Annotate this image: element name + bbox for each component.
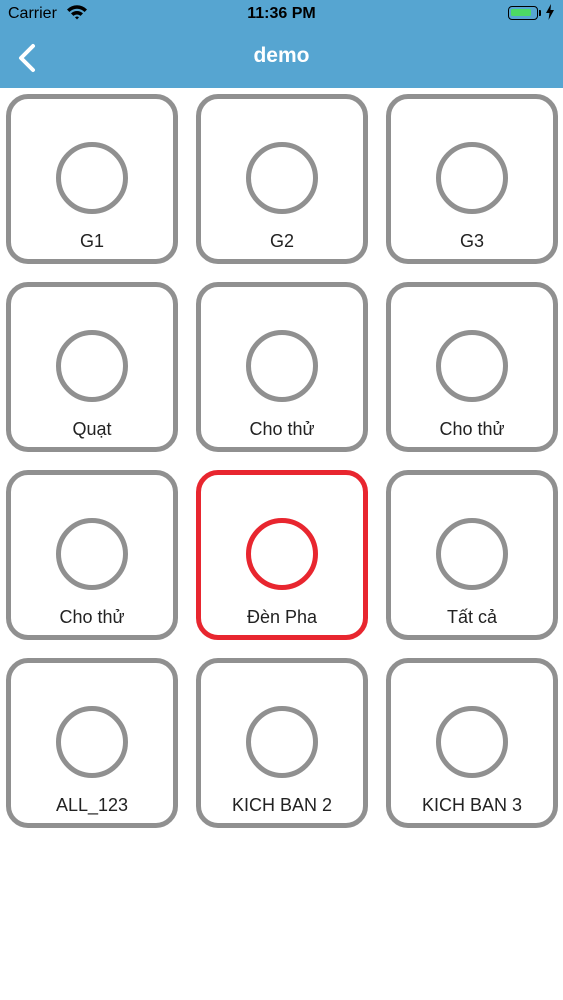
circle-icon <box>56 518 128 590</box>
charging-bolt-icon <box>545 4 555 25</box>
circle-icon <box>246 706 318 778</box>
circle-icon <box>56 706 128 778</box>
device-tile[interactable]: KICH BAN 3 <box>386 658 558 828</box>
device-tile[interactable]: Tất cả <box>386 470 558 640</box>
circle-icon <box>56 142 128 214</box>
device-tile[interactable]: Cho thử <box>386 282 558 452</box>
device-grid: G1 G2 G3 Quạt Cho thử Cho thử Cho thử Đèn Pha Tấ… <box>6 94 558 828</box>
tile-label: KICH BAN 2 <box>231 795 333 815</box>
battery-level <box>511 9 531 16</box>
tile-label: Quạt <box>72 419 112 439</box>
tile-label: Tất cả <box>446 607 498 627</box>
status-time: 11:36 PM <box>247 5 316 22</box>
device-tile[interactable]: Quạt <box>6 282 178 452</box>
battery-icon <box>508 6 538 20</box>
tile-label: Cho thử <box>439 419 505 439</box>
nav-header: Carrier 11:36 PM demo <box>0 0 563 88</box>
circle-icon <box>436 706 508 778</box>
circle-icon <box>246 142 318 214</box>
tile-label: G3 <box>459 231 484 251</box>
battery-cap <box>539 10 541 16</box>
tile-label: G1 <box>79 231 104 251</box>
status-bar: Carrier 11:36 PM <box>0 0 563 30</box>
circle-icon <box>436 518 508 590</box>
device-tile[interactable]: ALL_123 <box>6 658 178 828</box>
tile-label: Đèn Pha <box>246 607 318 627</box>
tile-label: G2 <box>269 231 294 251</box>
circle-icon <box>246 330 318 402</box>
tile-label: Cho thử <box>249 419 315 439</box>
tile-label: KICH BAN 3 <box>421 795 523 815</box>
device-tile[interactable]: G2 <box>196 94 368 264</box>
circle-icon <box>56 330 128 402</box>
device-tile[interactable]: G1 <box>6 94 178 264</box>
device-tile[interactable]: G3 <box>386 94 558 264</box>
circle-icon <box>436 330 508 402</box>
circle-icon <box>436 142 508 214</box>
tile-label: Cho thử <box>59 607 125 627</box>
circle-icon <box>246 518 318 590</box>
device-tile[interactable]: Đèn Pha <box>196 470 368 640</box>
device-tile[interactable]: KICH BAN 2 <box>196 658 368 828</box>
tile-label: ALL_123 <box>55 795 129 815</box>
device-tile[interactable]: Cho thử <box>6 470 178 640</box>
device-tile[interactable]: Cho thử <box>196 282 368 452</box>
page-title: demo <box>253 44 310 67</box>
